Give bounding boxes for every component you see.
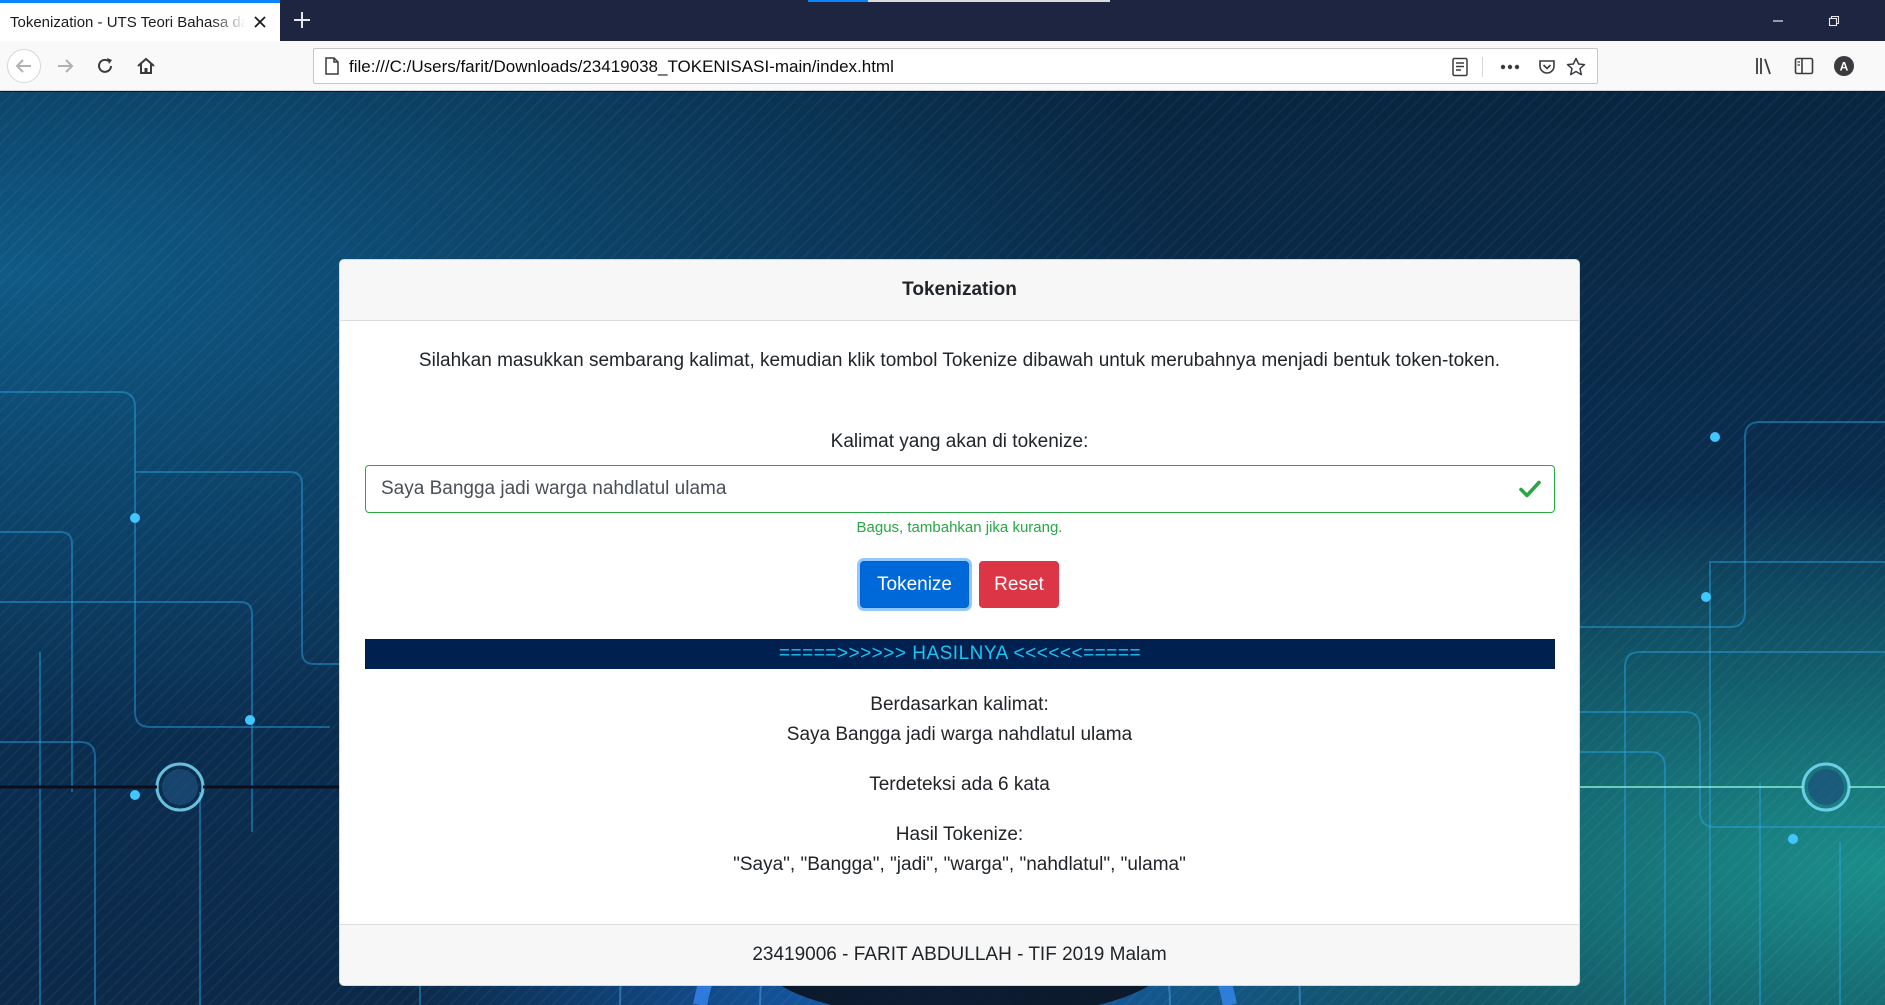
restore-window-icon[interactable] [1811,0,1857,41]
minimize-window-icon[interactable] [1755,0,1801,41]
new-tab-plus-icon[interactable] [290,8,314,32]
library-icon[interactable] [1748,49,1782,83]
footer-credit: 23419006 - FARIT ABDULLAH - TIF 2019 Mal… [752,944,1167,965]
valid-feedback-text: Bagus, tambahkan jika kurang. [856,519,1063,536]
url-bar[interactable]: file:///C:/Users/farit/Downloads/2341903… [313,48,1598,84]
home-icon[interactable] [129,49,163,83]
sentence-input[interactable] [366,466,1554,512]
url-text[interactable]: file:///C:/Users/farit/Downloads/2341903… [349,57,894,77]
reload-icon[interactable] [88,49,122,83]
bookmark-star-icon[interactable] [1564,55,1588,79]
account-initial: A [1840,60,1849,74]
based-on-sentence: Saya Bangga jadi warga nahdlatul ulama [786,724,1133,745]
result-banner-text: =====>>>>>> HASILNYA <<<<<<===== [778,643,1142,664]
card-header: Tokenization [340,260,1579,321]
pocket-icon[interactable] [1535,55,1559,79]
browser-titlebar: Tokenization - UTS Teori Bahasa dan Auto… [0,0,1885,41]
tokenization-card: Tokenization Silahkan masukkan sembarang… [339,259,1580,986]
reset-button[interactable]: Reset [979,561,1059,608]
card-title: Tokenization [902,279,1017,300]
tab-title: Tokenization - UTS Teori Bahasa dan Auto… [10,13,246,31]
page-background: Tokenization Silahkan masukkan sembarang… [0,92,1885,1005]
word-count-text: Terdeteksi ada 6 kata [869,774,1050,795]
page-actions-menu-icon[interactable] [1498,55,1522,79]
page-icon [322,56,342,76]
intro-text: Silahkan masukkan sembarang kalimat, kem… [418,350,1501,371]
url-bar-separator [1482,57,1483,77]
tokenize-button[interactable]: Tokenize [860,561,969,608]
sidebar-toggle-icon[interactable] [1787,49,1821,83]
input-label: Kalimat yang akan di tokenize: [830,431,1089,452]
tab-close-icon[interactable] [250,12,270,32]
forward-arrow-icon[interactable] [48,49,82,83]
tab-loading-strip [808,0,1110,2]
valid-check-icon [1518,477,1542,501]
card-body: Silahkan masukkan sembarang kalimat, kem… [340,321,1579,926]
reader-view-icon[interactable] [1448,55,1472,79]
card-footer: 23419006 - FARIT ABDULLAH - TIF 2019 Mal… [340,924,1579,985]
tokenize-result-tokens: "Saya", "Bangga", "jadi", "warga", "nahd… [733,854,1186,875]
browser-navbar: file:///C:/Users/farit/Downloads/2341903… [0,41,1885,91]
account-avatar-icon[interactable]: A [1827,49,1861,83]
tokenize-result-label: Hasil Tokenize: [895,824,1024,845]
back-arrow-icon[interactable] [7,49,41,83]
based-on-label: Berdasarkan kalimat: [870,694,1049,715]
action-buttons: Tokenize Reset [340,561,1579,608]
browser-tab-active[interactable]: Tokenization - UTS Teori Bahasa dan Auto… [0,0,280,41]
result-banner: =====>>>>>> HASILNYA <<<<<<===== [365,639,1555,669]
sentence-input-wrapper [365,465,1555,513]
